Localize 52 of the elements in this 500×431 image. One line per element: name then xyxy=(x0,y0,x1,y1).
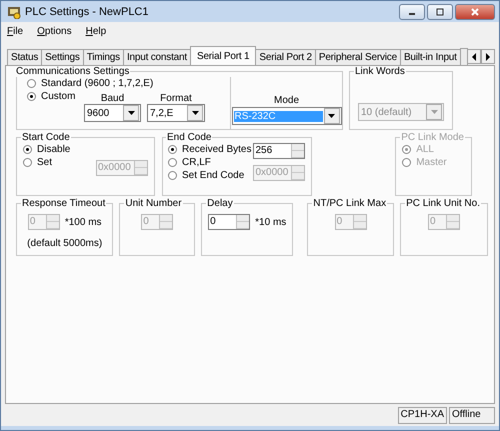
plc-icon xyxy=(7,4,21,18)
left-arrow-icon xyxy=(470,52,477,60)
note-text: (default 5000ms) xyxy=(27,238,102,249)
caret-icon xyxy=(128,111,134,115)
radio-option[interactable]: Standard (9600 ; 1,7,2,E) xyxy=(27,77,230,90)
caret-icon xyxy=(192,111,198,115)
radio-option[interactable]: Set End Code xyxy=(168,169,252,182)
group-label: Delay xyxy=(206,198,234,209)
received-bytes-spinbox[interactable]: 256 xyxy=(253,143,306,159)
group-label: Communications Settings xyxy=(15,66,130,77)
caret-icon xyxy=(328,114,335,118)
field-label: Baud xyxy=(100,93,124,104)
group-label: PC Link Unit No. xyxy=(405,198,481,209)
radio-option[interactable]: CR,LF xyxy=(168,156,252,169)
right-arrow-icon xyxy=(484,52,491,60)
field-label: Format xyxy=(160,93,192,104)
group-label: Link Words xyxy=(354,66,406,77)
tab[interactable]: Built-in Input xyxy=(400,49,461,65)
group-label: PC Link Mode xyxy=(400,132,465,143)
menu-item[interactable]: Options xyxy=(37,26,72,36)
tab[interactable]: Timings xyxy=(82,49,124,65)
window-title: PLC Settings - NewPLC1 xyxy=(25,6,148,18)
close-icon xyxy=(470,8,480,16)
minimize-button[interactable] xyxy=(399,4,425,20)
status-field: CP1H-XA xyxy=(398,407,447,424)
group-label: NT/PC Link Max xyxy=(312,198,388,209)
tab[interactable]: Serial Port 1 xyxy=(190,46,256,65)
maximize-icon xyxy=(435,8,445,16)
group-label: End Code xyxy=(166,132,212,143)
scroll-left-button[interactable] xyxy=(466,49,481,64)
menu-item[interactable]: File xyxy=(7,26,24,36)
field-label: Mode xyxy=(274,95,299,106)
menu-item[interactable]: Help xyxy=(86,26,106,36)
radio-option[interactable]: Received Bytes xyxy=(168,143,252,156)
unit-label: *100 ms xyxy=(64,216,102,228)
maximize-button[interactable] xyxy=(427,4,453,20)
status-field: Offline xyxy=(449,407,495,424)
format-dropdown[interactable]: 7,2,E xyxy=(147,104,205,122)
tab[interactable]: Serial Port 2 xyxy=(255,49,316,65)
tab[interactable]: Input constant xyxy=(122,49,191,65)
tab[interactable]: Peripheral Service xyxy=(314,49,401,65)
spinbox[interactable]: 0 xyxy=(208,214,250,230)
close-button[interactable] xyxy=(455,4,495,20)
scroll-right-button[interactable] xyxy=(480,49,495,64)
caret-icon xyxy=(430,110,438,114)
baud-dropdown[interactable]: 9600 xyxy=(84,104,141,122)
unit-label: *10 ms xyxy=(255,216,286,228)
group-label: Response Timeout xyxy=(21,198,106,209)
tab[interactable]: Status xyxy=(7,49,42,65)
group-label: Start Code xyxy=(21,132,71,143)
tab[interactable]: Settings xyxy=(41,49,84,65)
group-label: Unit Number xyxy=(124,198,183,209)
